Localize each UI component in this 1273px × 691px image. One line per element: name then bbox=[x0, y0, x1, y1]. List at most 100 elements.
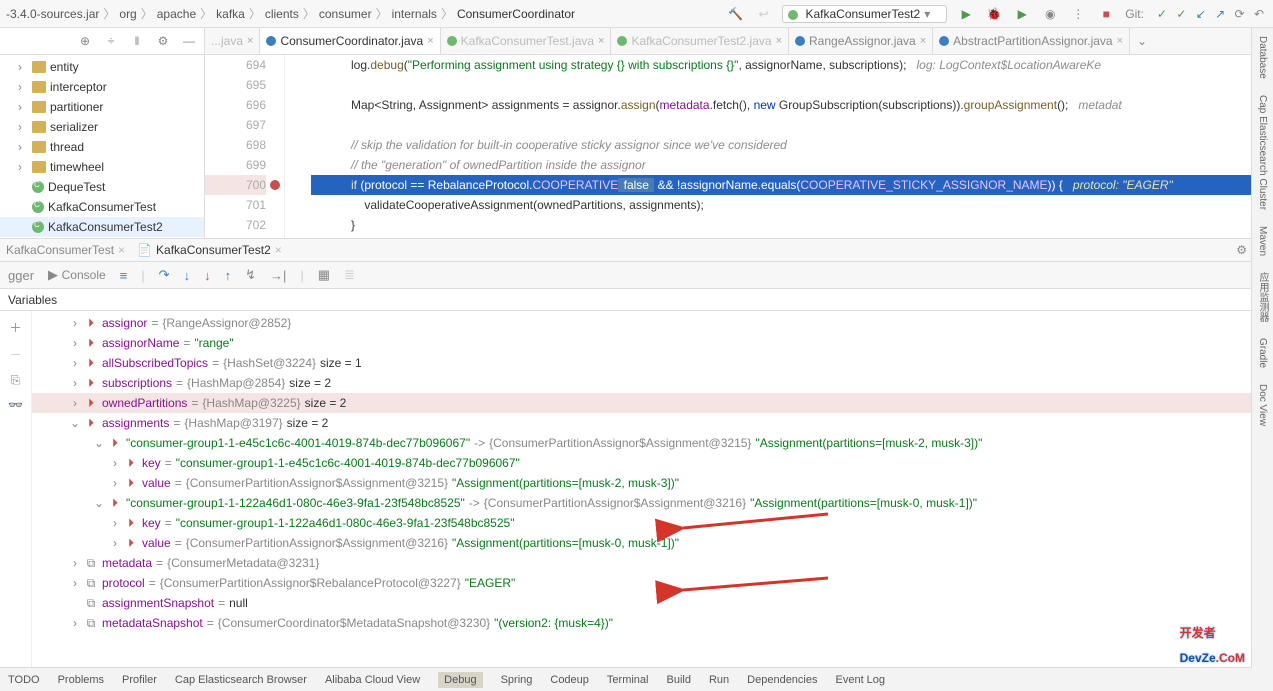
variable-row[interactable]: ⌄⏵"consumer-group1-1-e45c1c6c-4001-4019-… bbox=[32, 433, 1273, 453]
commit-icon[interactable]: ✓ bbox=[1157, 7, 1167, 21]
variable-row[interactable]: ›⏵subscriptions = {HashMap@2854} size = … bbox=[32, 373, 1273, 393]
tree-item-partitioner[interactable]: ›partitioner bbox=[0, 97, 204, 117]
editor-tab[interactable]: KafkaConsumerTest.java× bbox=[441, 28, 612, 54]
glasses-icon[interactable]: 👓 bbox=[8, 398, 23, 412]
toolwindow-tab-cap-elasticsearch-browser[interactable]: Cap Elasticsearch Browser bbox=[175, 674, 307, 686]
right-rail-gradle[interactable]: Gradle bbox=[1257, 338, 1268, 368]
toolwindow-tab-run[interactable]: Run bbox=[709, 674, 729, 686]
tree-item-DequeTest[interactable]: DequeTest bbox=[0, 177, 204, 197]
variable-row[interactable]: ›⏵assignorName = "range" bbox=[32, 333, 1273, 353]
close-icon[interactable]: × bbox=[275, 243, 282, 257]
coverage-icon[interactable]: ▶ bbox=[1013, 5, 1031, 23]
run-icon[interactable]: ▶ bbox=[957, 5, 975, 23]
toolwindow-tab-alibaba-cloud-view[interactable]: Alibaba Cloud View bbox=[325, 674, 420, 686]
breadcrumb-item[interactable]: kafka bbox=[216, 7, 245, 21]
hide-icon[interactable]: — bbox=[180, 32, 198, 50]
evaluate-icon[interactable]: ▦ bbox=[318, 267, 330, 283]
tree-item-interceptor[interactable]: ›interceptor bbox=[0, 77, 204, 97]
sort-icon[interactable]: ‖ bbox=[128, 32, 146, 50]
close-icon[interactable]: × bbox=[118, 243, 125, 257]
push-icon[interactable]: ↗ bbox=[1215, 7, 1225, 21]
right-rail-maven[interactable]: Maven bbox=[1257, 226, 1268, 256]
variable-row[interactable]: ›⏵key = "consumer-group1-1-122a46d1-080c… bbox=[32, 513, 1273, 533]
gear-icon[interactable]: ⚙ bbox=[1236, 243, 1247, 257]
variable-row[interactable]: ›⧉metadata = {ConsumerMetadata@3231} bbox=[32, 553, 1273, 573]
back-icon[interactable]: ↩ bbox=[754, 5, 772, 23]
toolwindow-tab-debug[interactable]: Debug bbox=[438, 672, 482, 688]
tree-item-KafkaConsumerTest2[interactable]: KafkaConsumerTest2 bbox=[0, 217, 204, 237]
console-tab[interactable]: ▶ Console bbox=[48, 267, 106, 283]
close-icon[interactable]: × bbox=[598, 35, 604, 47]
update-icon[interactable]: ↙ bbox=[1196, 7, 1206, 21]
editor-tab[interactable]: RangeAssignor.java× bbox=[789, 28, 933, 54]
variable-row[interactable]: ›⧉metadataSnapshot = {ConsumerCoordinato… bbox=[32, 613, 1273, 633]
remove-watch-icon[interactable]: － bbox=[9, 346, 21, 363]
trace-icon[interactable]: ≣ bbox=[344, 267, 355, 283]
debug-icon[interactable]: 🐞 bbox=[985, 5, 1003, 23]
add-watch-icon[interactable]: ＋ bbox=[9, 319, 21, 336]
editor-tab[interactable]: ...java× bbox=[205, 28, 260, 54]
breadcrumb-item[interactable]: apache bbox=[157, 7, 196, 21]
variable-row[interactable]: ›⏵allSubscribedTopics = {HashSet@3224} s… bbox=[32, 353, 1273, 373]
variable-row[interactable]: ⌄⏵"consumer-group1-1-122a46d1-080c-46e3-… bbox=[32, 493, 1273, 513]
variable-row[interactable]: ›⏵assignor = {RangeAssignor@2852} bbox=[32, 313, 1273, 333]
close-icon[interactable]: × bbox=[427, 35, 433, 47]
breadcrumb-item[interactable]: ConsumerCoordinator bbox=[457, 7, 575, 21]
copy-icon[interactable]: ⎘ bbox=[11, 373, 21, 388]
variable-row[interactable]: ⌄⏵assignments = {HashMap@3197} size = 2 bbox=[32, 413, 1273, 433]
right-rail-doc-view[interactable]: Doc View bbox=[1257, 384, 1268, 426]
breadcrumb-item[interactable]: -3.4.0-sources.jar bbox=[6, 7, 99, 21]
debugger-tab[interactable]: gger bbox=[8, 268, 34, 283]
step-into-icon[interactable]: ↓ bbox=[184, 268, 191, 283]
attach-icon[interactable]: ⋮ bbox=[1069, 5, 1087, 23]
run-config-selector[interactable]: KafkaConsumerTest2▾ bbox=[782, 5, 947, 23]
tree-item-timewheel[interactable]: ›timewheel bbox=[0, 157, 204, 177]
history-icon[interactable]: ⟳ bbox=[1235, 7, 1245, 21]
breadcrumb-item[interactable]: clients bbox=[265, 7, 299, 21]
editor-tab[interactable]: ConsumerCoordinator.java× bbox=[260, 28, 440, 54]
more-tabs-icon[interactable]: ⌄ bbox=[1130, 28, 1154, 54]
run-tab[interactable]: KafkaConsumerTest × bbox=[6, 243, 125, 257]
toolwindow-tab-build[interactable]: Build bbox=[667, 674, 691, 686]
vcs-icon[interactable]: ✓ bbox=[1176, 7, 1186, 21]
variable-row[interactable]: ›⧉protocol = {ConsumerPartitionAssignor$… bbox=[32, 573, 1273, 593]
step-out-icon[interactable]: ↑ bbox=[225, 268, 232, 283]
tree-item-serializer[interactable]: ›serializer bbox=[0, 117, 204, 137]
close-icon[interactable]: × bbox=[920, 35, 926, 47]
variable-row[interactable]: ›⏵key = "consumer-group1-1-e45c1c6c-4001… bbox=[32, 453, 1273, 473]
close-icon[interactable]: × bbox=[1117, 35, 1123, 47]
editor-tab[interactable]: KafkaConsumerTest2.java× bbox=[611, 28, 789, 54]
threads-icon[interactable]: ≡ bbox=[120, 268, 128, 283]
toolwindow-tab-codeup[interactable]: Codeup bbox=[550, 674, 589, 686]
hammer-icon[interactable]: 🔨 bbox=[726, 5, 744, 23]
drop-frame-icon[interactable]: ↯ bbox=[245, 267, 256, 283]
rollback-icon[interactable]: ↶ bbox=[1254, 7, 1264, 21]
stop-icon[interactable]: ■ bbox=[1097, 5, 1115, 23]
toolwindow-tab-profiler[interactable]: Profiler bbox=[122, 674, 157, 686]
profile-icon[interactable]: ◉ bbox=[1041, 5, 1059, 23]
variable-row[interactable]: ⧉assignmentSnapshot = null bbox=[32, 593, 1273, 613]
right-rail-cap-elasticsearch-cluster[interactable]: Cap Elasticsearch Cluster bbox=[1257, 95, 1268, 210]
toolwindow-tab-event-log[interactable]: Event Log bbox=[836, 674, 886, 686]
run-to-cursor-icon[interactable]: →| bbox=[270, 268, 286, 283]
close-icon[interactable]: × bbox=[247, 35, 253, 47]
editor-tab[interactable]: AbstractPartitionAssignor.java× bbox=[933, 28, 1130, 54]
close-icon[interactable]: × bbox=[776, 35, 782, 47]
variable-row[interactable]: ›⏵value = {ConsumerPartitionAssignor$Ass… bbox=[32, 533, 1273, 553]
target-icon[interactable]: ⊕ bbox=[76, 32, 94, 50]
toolwindow-tab-problems[interactable]: Problems bbox=[58, 674, 104, 686]
breadcrumb-item[interactable]: consumer bbox=[319, 7, 372, 21]
tree-item-thread[interactable]: ›thread bbox=[0, 137, 204, 157]
code-editor[interactable]: log.debug("Performing assignment using s… bbox=[285, 55, 1273, 238]
run-tab[interactable]: 📄 KafkaConsumerTest2 × bbox=[137, 243, 282, 257]
toolwindow-tab-todo[interactable]: TODO bbox=[8, 674, 40, 686]
variable-row[interactable]: ›⏵ownedPartitions = {HashMap@3225} size … bbox=[32, 393, 1273, 413]
right-rail-database[interactable]: Database bbox=[1257, 36, 1268, 79]
force-step-into-icon[interactable]: ↓ bbox=[204, 268, 211, 283]
toolwindow-tab-spring[interactable]: Spring bbox=[501, 674, 533, 686]
breadcrumb-item[interactable]: internals bbox=[392, 7, 437, 21]
divide-icon[interactable]: ÷ bbox=[102, 32, 120, 50]
tree-item-KafkaConsumerTest[interactable]: KafkaConsumerTest bbox=[0, 197, 204, 217]
variable-row[interactable]: ›⏵value = {ConsumerPartitionAssignor$Ass… bbox=[32, 473, 1273, 493]
toolwindow-tab-dependencies[interactable]: Dependencies bbox=[747, 674, 817, 686]
